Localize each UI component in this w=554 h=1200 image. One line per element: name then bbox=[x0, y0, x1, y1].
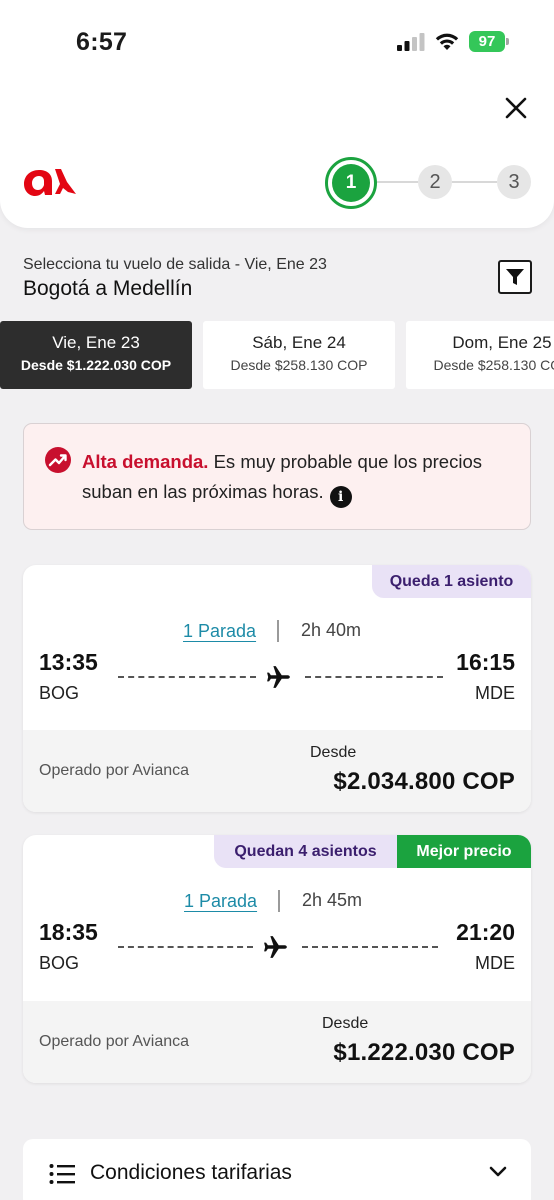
date-tab-vie-ene-23[interactable]: Vie, Ene 23 Desde $1.222.030 COP bbox=[0, 321, 192, 389]
date-tab-dom-ene-25[interactable]: Dom, Ene 25 Desde $258.130 COP bbox=[406, 321, 554, 389]
stops-link[interactable]: 1 Parada bbox=[183, 621, 256, 642]
step-2-indicator: 2 bbox=[418, 165, 452, 199]
route-line bbox=[118, 946, 253, 948]
status-time: 6:57 bbox=[76, 28, 128, 56]
flight-card[interactable]: Queda 1 asiento 1 Parada 2h 40m 13:35 BO… bbox=[23, 565, 531, 812]
divider bbox=[277, 620, 279, 642]
flight-price: $1.222.030 COP bbox=[333, 1039, 515, 1066]
departure-airport: BOG bbox=[39, 953, 80, 973]
cellular-signal-icon bbox=[397, 33, 425, 51]
arrival-airport: MDE bbox=[475, 953, 515, 973]
seats-left-badge: Queda 1 asiento bbox=[372, 565, 531, 598]
flight-duration: 2h 45m bbox=[302, 890, 363, 910]
step-1-number: 1 bbox=[332, 164, 370, 202]
divider bbox=[278, 890, 280, 912]
flight-card[interactable]: Quedan 4 asientos Mejor precio 1 Parada … bbox=[23, 835, 531, 1083]
route-line bbox=[118, 676, 256, 678]
seats-left-badge: Quedan 4 asientos bbox=[214, 835, 397, 868]
arrival-time: 21:20 bbox=[456, 919, 515, 945]
date-tab-price: Desde $258.130 COP bbox=[230, 357, 368, 373]
filter-icon bbox=[506, 269, 524, 285]
flight-price: $2.034.800 COP bbox=[333, 768, 515, 795]
departure-time: 18:35 bbox=[39, 919, 98, 945]
fare-conditions-toggle[interactable]: Condiciones tarifarias bbox=[23, 1139, 531, 1200]
operated-by: Operado por Avianca bbox=[39, 1033, 190, 1050]
avianca-logo bbox=[24, 169, 76, 196]
date-tab-price: Desde $258.130 COP bbox=[433, 357, 554, 373]
stops-link[interactable]: 1 Parada bbox=[184, 891, 257, 912]
flight-card-footer: Operado por Avianca Desde $2.034.800 COP bbox=[23, 730, 531, 812]
airplane-icon bbox=[267, 666, 290, 688]
high-demand-alert: Alta demanda. Es muy probable que los pr… bbox=[23, 423, 531, 530]
price-from-label: Desde bbox=[310, 744, 357, 761]
operated-by: Operado por Avianca bbox=[39, 762, 190, 779]
flight-card-footer: Operado por Avianca Desde $1.222.030 COP bbox=[23, 1001, 531, 1083]
arrival-time: 16:15 bbox=[456, 649, 515, 675]
date-tab-date: Vie, Ene 23 bbox=[52, 333, 140, 352]
battery-indicator: 97 bbox=[469, 31, 509, 52]
step-3-indicator: 3 bbox=[497, 165, 531, 199]
battery-level: 97 bbox=[469, 31, 505, 52]
filter-button[interactable] bbox=[498, 260, 532, 294]
date-tab-sab-ene-24[interactable]: Sáb, Ene 24 Desde $258.130 COP bbox=[203, 321, 395, 389]
wifi-icon bbox=[435, 33, 459, 50]
price-from-label: Desde bbox=[322, 1015, 369, 1032]
trending-up-icon bbox=[45, 447, 71, 473]
route-line bbox=[302, 946, 438, 948]
date-tab-date: Sáb, Ene 24 bbox=[252, 333, 346, 352]
airplane-icon bbox=[264, 936, 287, 958]
close-button[interactable] bbox=[498, 90, 534, 126]
route-title: Bogotá a Medellín bbox=[23, 277, 193, 300]
close-icon bbox=[505, 97, 527, 119]
date-tab-price: Desde $1.222.030 COP bbox=[20, 357, 172, 373]
step-1-indicator: 1 bbox=[325, 157, 377, 209]
select-flight-label: Selecciona tu vuelo de salida - Vie, Ene… bbox=[23, 256, 327, 273]
step-connector bbox=[452, 181, 497, 183]
battery-tip bbox=[506, 38, 509, 45]
date-tab-date: Dom, Ene 25 bbox=[452, 333, 552, 352]
chevron-down-icon bbox=[489, 1166, 507, 1177]
best-price-badge: Mejor precio bbox=[397, 835, 531, 868]
departure-time: 13:35 bbox=[39, 649, 98, 675]
list-icon bbox=[49, 1164, 75, 1184]
departure-airport: BOG bbox=[39, 683, 80, 703]
arrival-airport: MDE bbox=[475, 683, 515, 703]
fare-conditions-label: Condiciones tarifarias bbox=[90, 1161, 292, 1184]
route-line bbox=[305, 676, 443, 678]
header: 6:57 97 1 2 3 bbox=[0, 0, 554, 228]
step-connector bbox=[377, 181, 418, 183]
alert-title: Alta demanda. bbox=[82, 451, 209, 472]
info-icon[interactable]: i bbox=[329, 486, 352, 508]
flight-duration: 2h 40m bbox=[301, 620, 362, 640]
alert-message: Alta demanda. Es muy probable que los pr… bbox=[82, 447, 512, 508]
